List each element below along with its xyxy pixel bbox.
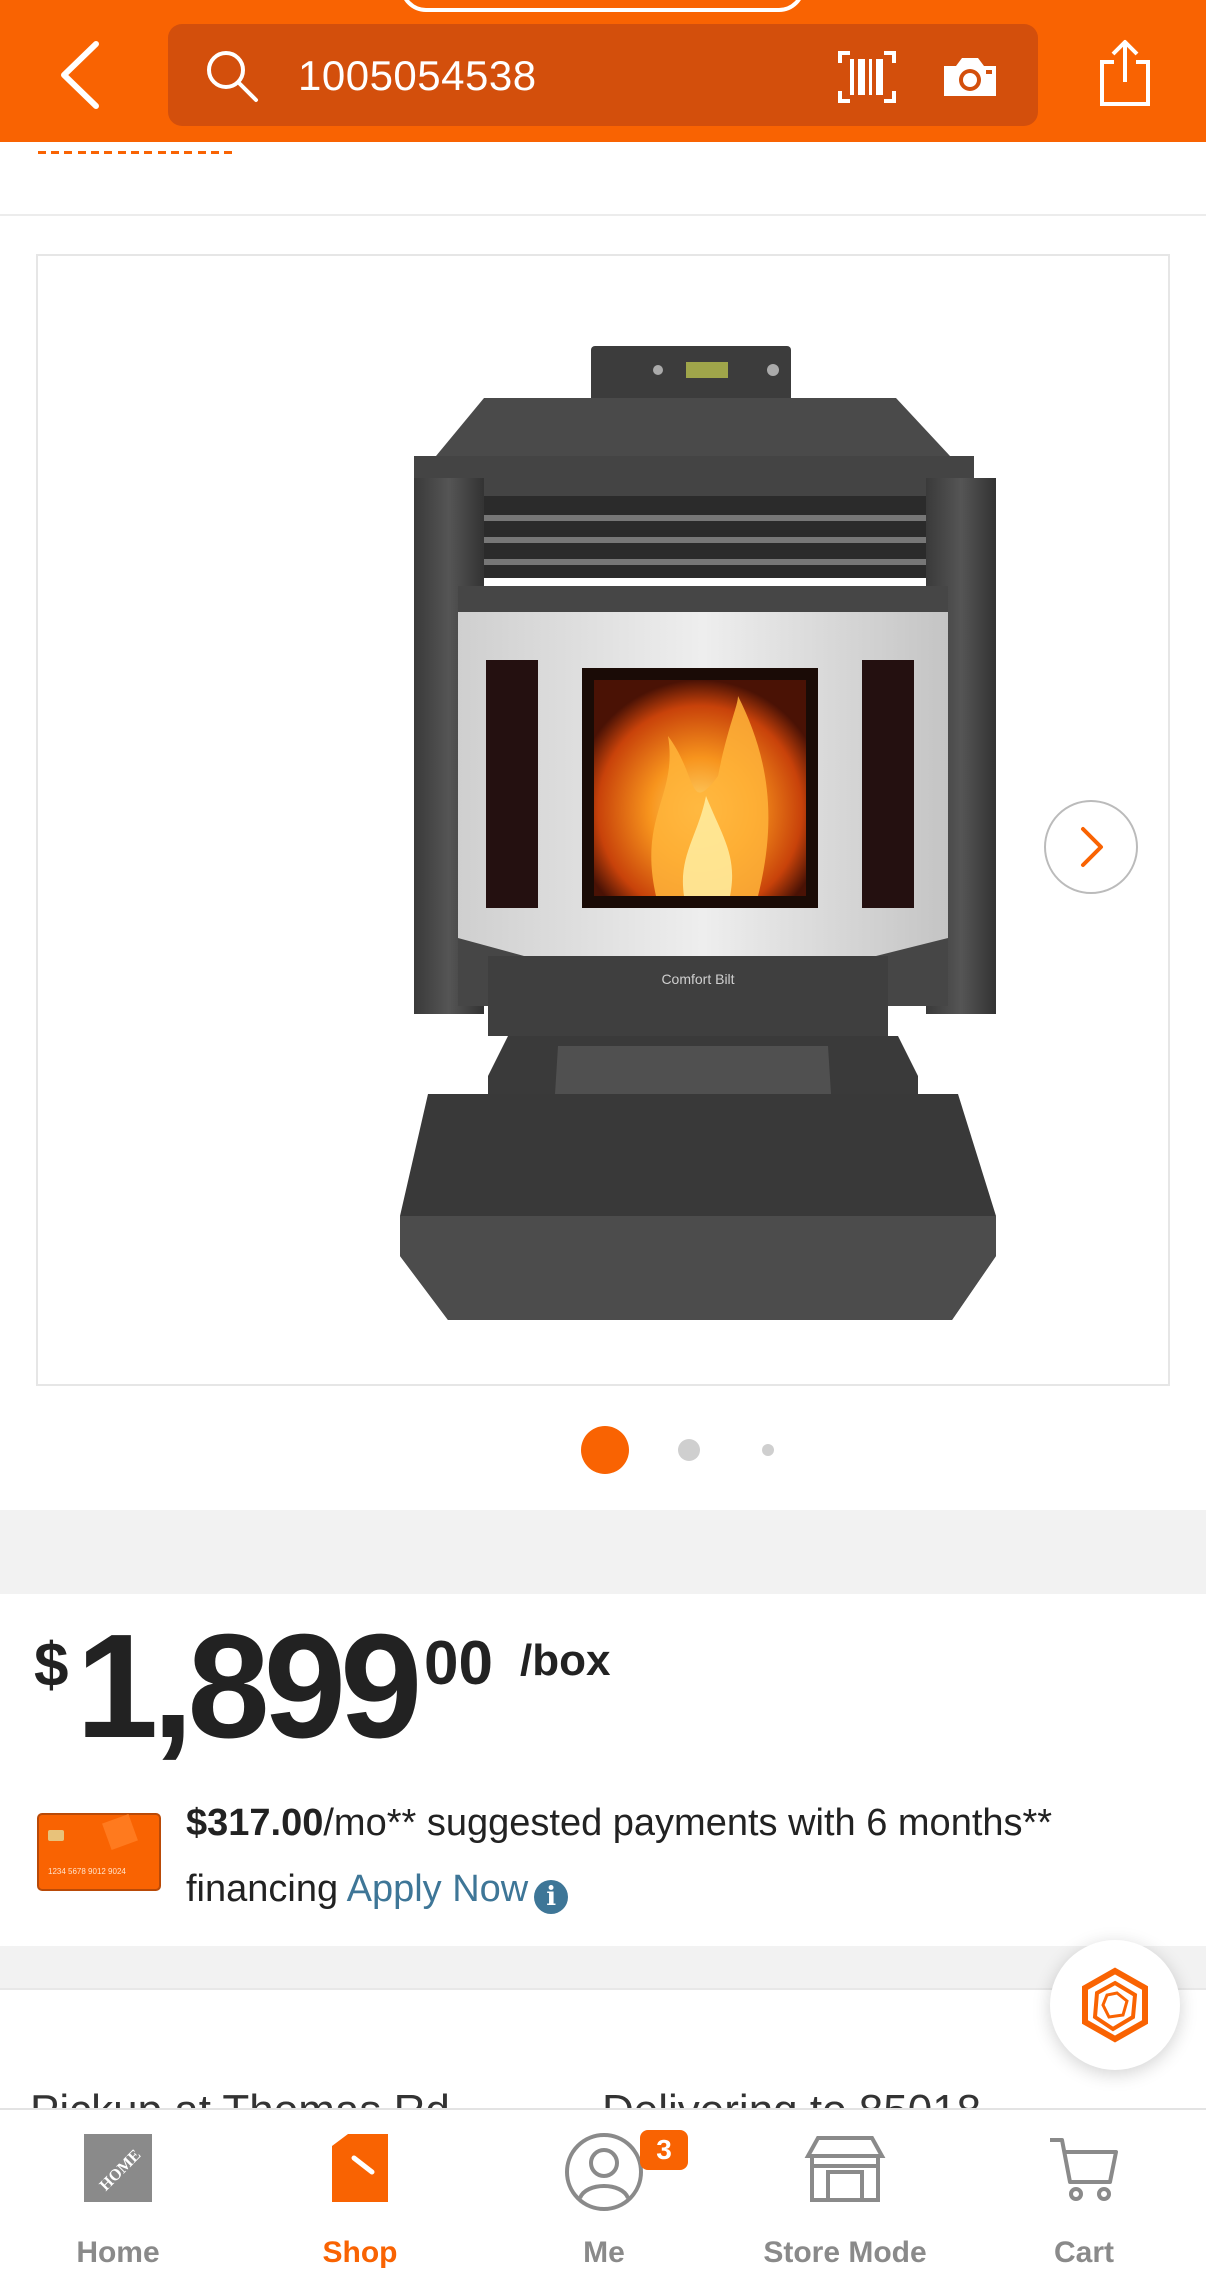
nav-shop[interactable]: Shop bbox=[282, 2110, 438, 2278]
back-icon bbox=[61, 41, 99, 109]
search-bar[interactable]: 1005054538 bbox=[168, 24, 1038, 126]
product-gallery: Comfort Bilt bbox=[0, 214, 1206, 1510]
rating-stars bbox=[38, 142, 298, 154]
nav-home-label: Home bbox=[76, 2236, 160, 2269]
bottom-nav: HOME Home Shop Me 3 Store Mode Cart bbox=[0, 2108, 1206, 2278]
user-icon bbox=[565, 2133, 643, 2211]
price-whole: 1,899 bbox=[76, 1604, 422, 1769]
price-unit: /box bbox=[520, 1636, 611, 1685]
credit-card-icon: 1234 5678 9012 9024 bbox=[37, 1813, 161, 1891]
carousel-dots bbox=[0, 1426, 1206, 1476]
price-currency: $ bbox=[34, 1631, 69, 1700]
top-header: 1005054538 bbox=[0, 0, 1206, 142]
financing-text: $317.00/mo** suggested payments with 6 m… bbox=[186, 1790, 1176, 1922]
carousel-dot-active[interactable] bbox=[581, 1426, 629, 1474]
barcode-icon[interactable] bbox=[836, 49, 898, 105]
pickup-label[interactable]: Pickup at Thomas Rd bbox=[30, 2086, 450, 2108]
nav-me-label: Me bbox=[583, 2236, 625, 2269]
delivery-label[interactable]: Delivering to 85018 bbox=[602, 2086, 981, 2108]
brand-mark: Comfort Bilt bbox=[661, 971, 734, 987]
chevron-right-icon bbox=[1081, 827, 1103, 867]
nav-cart[interactable]: Cart bbox=[1006, 2110, 1162, 2278]
fulfillment-section: Pickup at Thomas Rd Delivering to 85018 bbox=[0, 1988, 1206, 2108]
next-image-button[interactable] bbox=[1044, 800, 1138, 894]
nav-store-mode-label: Store Mode bbox=[763, 2236, 927, 2269]
nav-shop-label: Shop bbox=[322, 2236, 398, 2269]
share-icon bbox=[1100, 40, 1150, 106]
cart-icon bbox=[1050, 2138, 1118, 2201]
assistant-button[interactable] bbox=[1050, 1940, 1180, 2070]
home-depot-logo-icon: HOME bbox=[84, 2134, 152, 2202]
rating-row-remnant bbox=[0, 142, 1206, 214]
search-query[interactable]: 1005054538 bbox=[298, 52, 537, 100]
pellet-stove-image: Comfort Bilt bbox=[400, 346, 996, 1320]
nav-cart-label: Cart bbox=[1053, 2236, 1114, 2269]
nav-home[interactable]: HOME Home bbox=[40, 2110, 196, 2278]
info-icon[interactable]: i bbox=[534, 1880, 569, 1914]
store-icon bbox=[804, 2136, 886, 2202]
product-page: 1005054538 Comfort Bilt $ 1,899 00 /box … bbox=[0, 0, 1206, 2278]
apply-now-link[interactable]: Apply Now bbox=[347, 1868, 529, 1910]
price-cents: 00 bbox=[424, 1629, 493, 1698]
camera-icon[interactable] bbox=[940, 54, 1000, 100]
carousel-dot[interactable] bbox=[678, 1439, 700, 1461]
shop-bag-icon bbox=[332, 2134, 388, 2202]
back-button[interactable] bbox=[40, 30, 120, 120]
dynamic-island-outline bbox=[400, 0, 805, 12]
product-image[interactable]: Comfort Bilt bbox=[36, 254, 1170, 1386]
card-number: 1234 5678 9012 9024 bbox=[48, 1867, 126, 1876]
hexagon-logo-icon bbox=[1082, 1967, 1148, 2043]
search-icon bbox=[207, 51, 258, 102]
notification-badge: 3 bbox=[640, 2130, 688, 2170]
financing-amount: $317.00 bbox=[186, 1802, 324, 1844]
carousel-dot[interactable] bbox=[762, 1444, 774, 1456]
price-section: $ 1,899 00 /box 1234 5678 9012 9024 $317… bbox=[0, 1594, 1206, 1946]
share-button[interactable] bbox=[1090, 28, 1160, 118]
nav-store-mode[interactable]: Store Mode bbox=[740, 2110, 950, 2278]
